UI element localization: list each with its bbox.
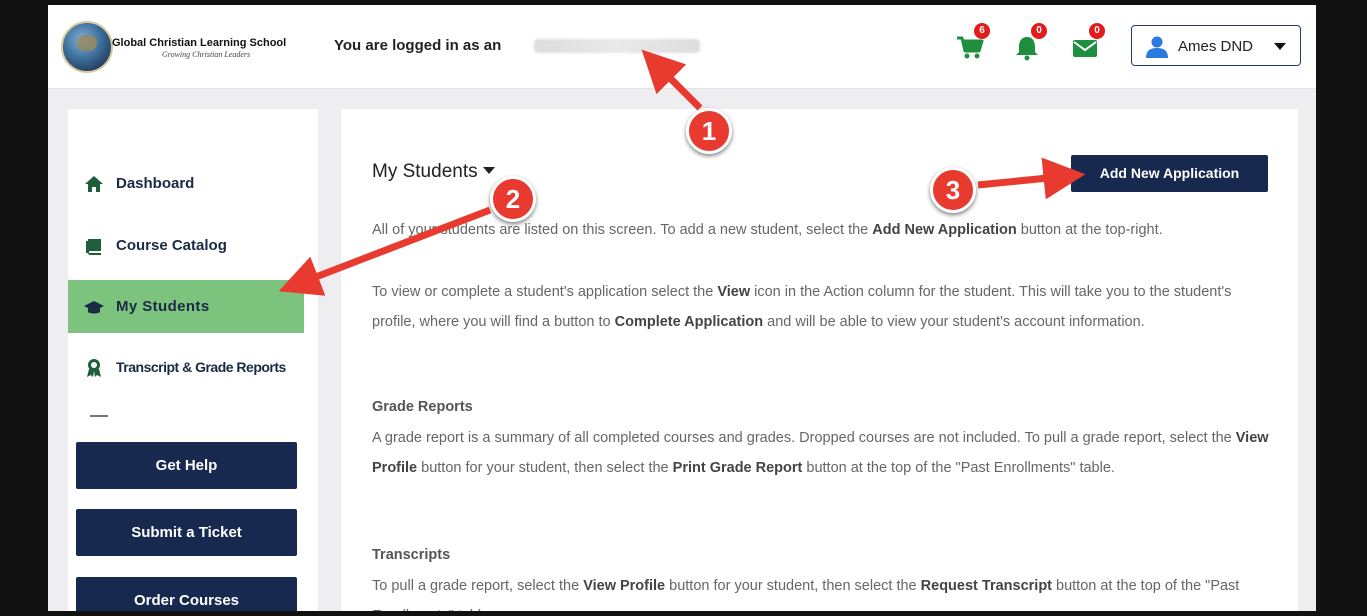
submit-ticket-button[interactable]: Submit a Ticket xyxy=(76,509,297,556)
sidebar-item-my-students[interactable]: My Students xyxy=(68,280,304,333)
order-courses-button[interactable]: Order Courses xyxy=(76,577,297,611)
sidebar-item-dashboard[interactable]: Dashboard xyxy=(68,157,304,210)
caret-down-icon xyxy=(482,167,495,174)
get-help-button[interactable]: Get Help xyxy=(76,442,297,489)
sidebar-item-label: Dashboard xyxy=(116,175,195,192)
sidebar-item-label: Transcript & Grade Reports xyxy=(116,359,286,375)
user-menu-button[interactable]: Ames DND xyxy=(1131,25,1301,66)
school-name: Global Christian Learning School xyxy=(112,37,287,49)
logged-in-text: You are logged in as an xyxy=(334,37,502,54)
award-icon xyxy=(87,359,101,377)
annotation-marker-3: 3 xyxy=(930,167,976,213)
cart-badge: 6 xyxy=(974,23,990,39)
notifications-badge: 0 xyxy=(1031,23,1047,39)
main-content: My Students Add New Application All of y… xyxy=(341,109,1298,611)
home-icon xyxy=(85,176,103,192)
add-new-application-button[interactable]: Add New Application xyxy=(1071,155,1268,192)
school-logo[interactable] xyxy=(61,21,113,73)
grade-reports-heading: Grade Reports xyxy=(372,399,473,415)
page-title-dropdown[interactable]: My Students xyxy=(372,161,495,183)
app-window: Global Christian Learning School Growing… xyxy=(48,5,1316,611)
page-title: My Students xyxy=(372,161,478,182)
book-icon xyxy=(86,239,101,255)
sidebar: Dashboard Course Catalog My Students Tra… xyxy=(68,109,318,611)
annotation-marker-1: 1 xyxy=(686,108,732,154)
sidebar-divider xyxy=(90,415,108,417)
sidebar-item-transcripts[interactable]: Transcript & Grade Reports xyxy=(68,341,304,394)
user-icon xyxy=(1146,36,1168,58)
chevron-down-icon xyxy=(1274,43,1286,50)
transcripts-paragraph: To pull a grade report, select the View … xyxy=(372,578,1240,611)
sidebar-item-label: My Students xyxy=(116,298,210,315)
user-name: Ames DND xyxy=(1178,38,1254,55)
cart-button[interactable]: 6 xyxy=(956,23,990,61)
sidebar-item-label: Course Catalog xyxy=(116,237,227,254)
notifications-button[interactable]: 0 xyxy=(1013,23,1047,61)
grade-reports-paragraph: A grade report is a summary of all compl… xyxy=(372,430,1269,476)
redacted-account-type xyxy=(534,39,700,53)
school-tagline: Growing Christian Leaders xyxy=(162,50,251,59)
view-instructions-paragraph: To view or complete a student's applicat… xyxy=(372,284,1232,330)
annotation-marker-2: 2 xyxy=(490,176,536,222)
messages-badge: 0 xyxy=(1089,23,1105,39)
top-bar: Global Christian Learning School Growing… xyxy=(48,5,1316,89)
transcripts-heading: Transcripts xyxy=(372,547,451,563)
graduation-cap-icon xyxy=(84,301,104,314)
sidebar-item-course-catalog[interactable]: Course Catalog xyxy=(68,219,304,272)
messages-button[interactable]: 0 xyxy=(1071,23,1105,61)
